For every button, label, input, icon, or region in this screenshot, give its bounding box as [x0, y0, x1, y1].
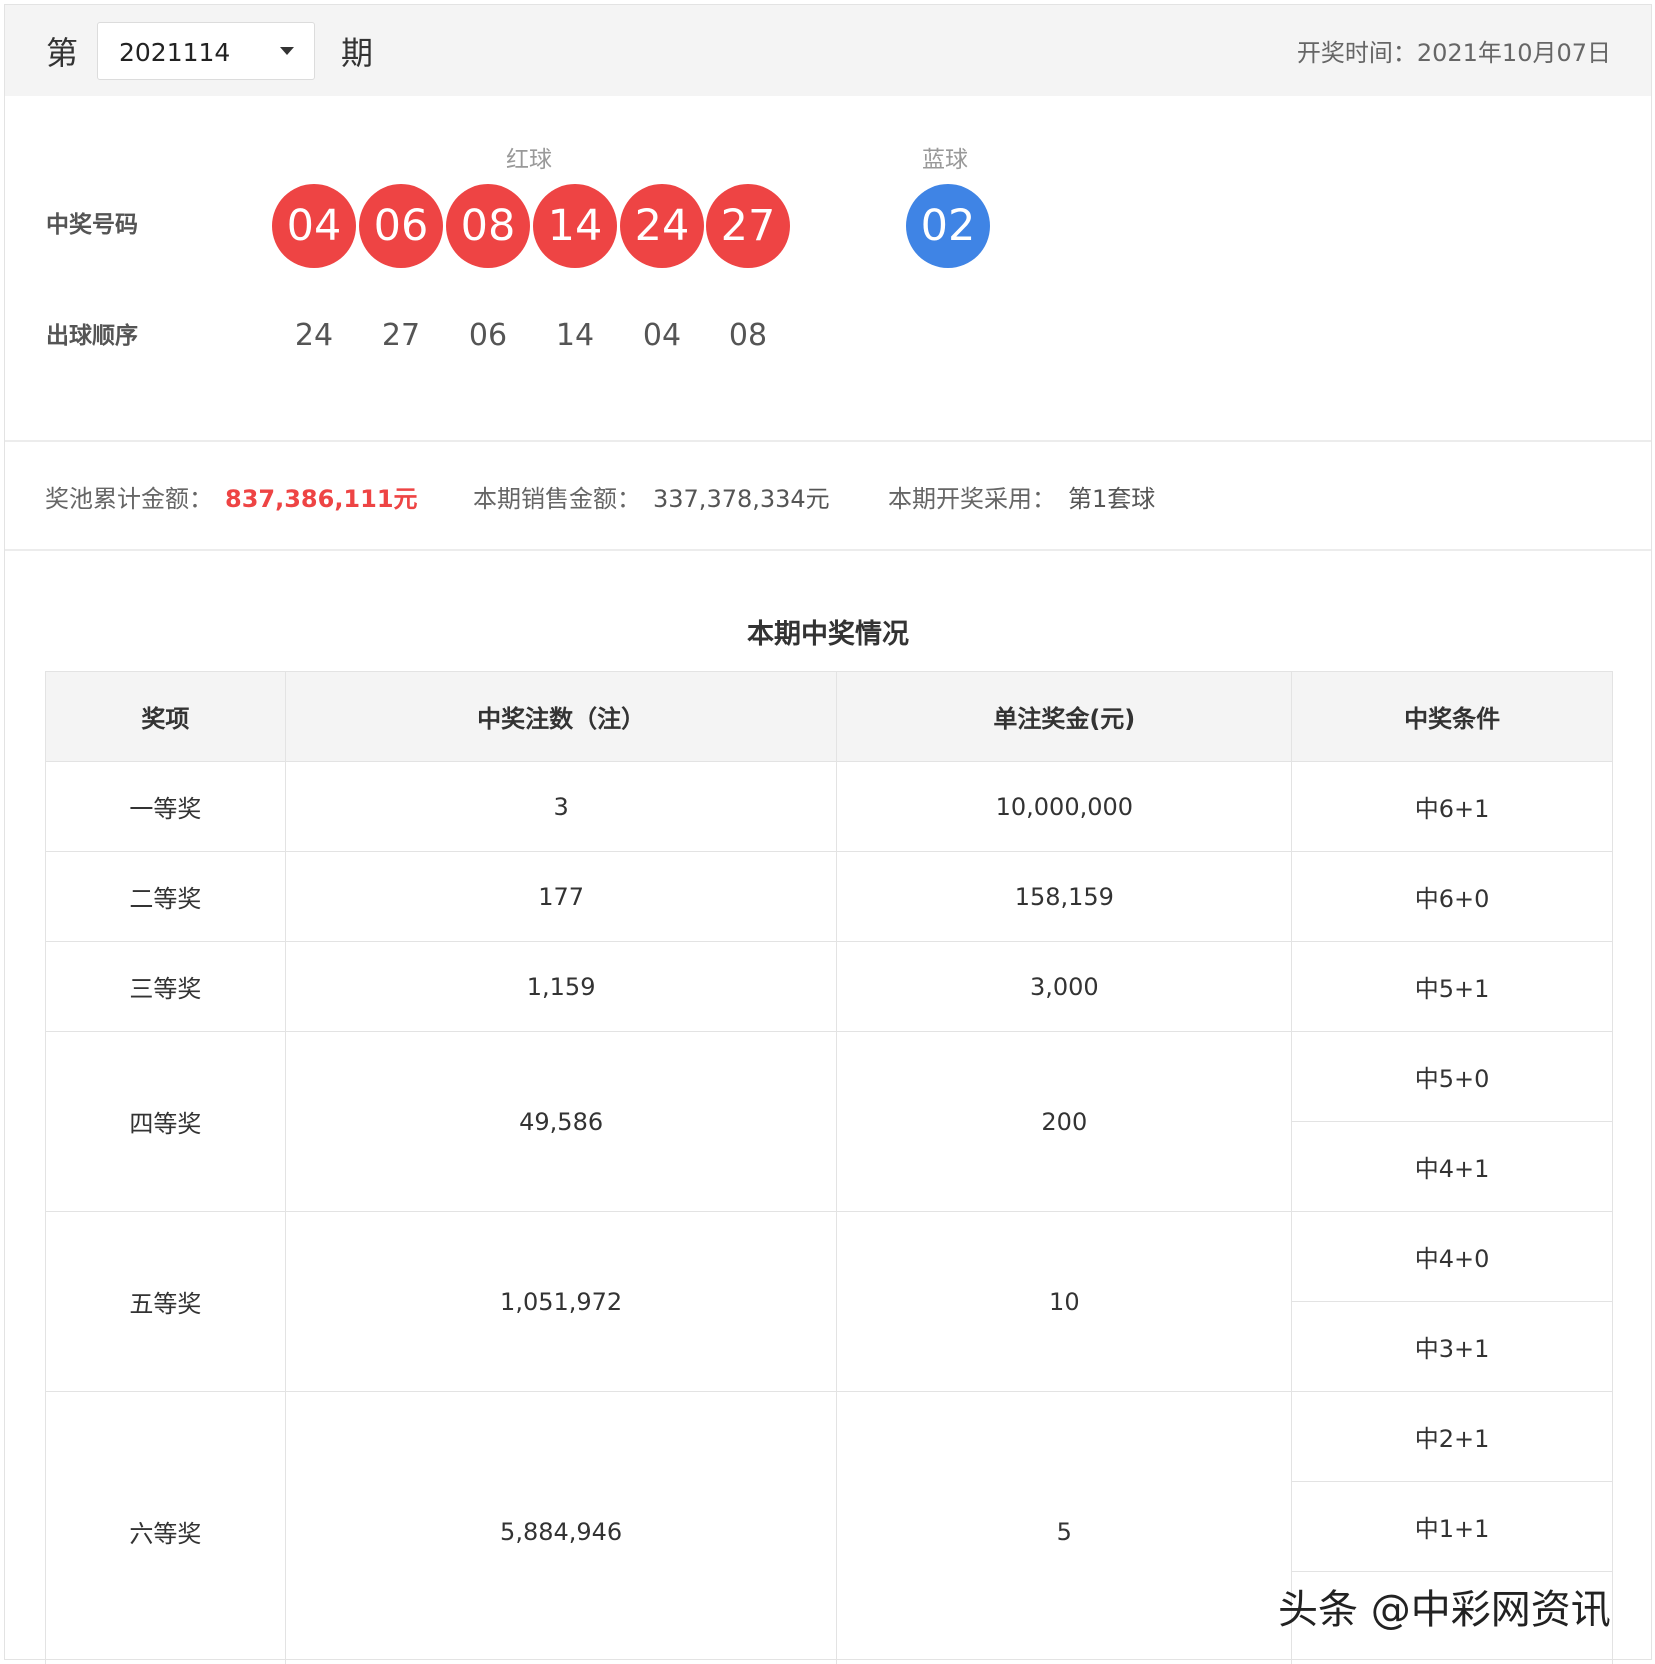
- ball-set-value: 第1套球: [1068, 485, 1156, 513]
- draw-order-number: 04: [642, 318, 682, 353]
- draw-order-number: 24: [294, 318, 334, 353]
- blue-ball: 02: [906, 184, 990, 268]
- winner-count: 3: [284, 761, 838, 852]
- draw-time: 开奖时间：2021年10月07日: [1296, 39, 1611, 67]
- red-ball: 08: [446, 184, 530, 268]
- issue-prefix: 第: [46, 34, 79, 72]
- caret-down-icon: [280, 47, 294, 55]
- prize-amount: 10: [836, 1211, 1293, 1392]
- prize-name: 一等奖: [45, 761, 286, 852]
- blue-ball-label: 蓝球: [922, 147, 968, 173]
- issue-select-value: 2021114: [119, 38, 231, 67]
- sales-info: 本期销售金额： 337,378,334元: [473, 484, 830, 514]
- prize-amount: 158,159: [836, 851, 1293, 942]
- winner-count: 177: [284, 851, 838, 942]
- winner-count: 1,051,972: [284, 1211, 838, 1392]
- table-header-row: 奖项 中奖注数（注） 单注奖金(元) 中奖条件: [45, 671, 1613, 762]
- draw-order-label: 出球顺序: [46, 323, 138, 349]
- red-ball: 27: [706, 184, 790, 268]
- column-header: 中奖条件: [1291, 671, 1613, 762]
- prize-table: 奖项 中奖注数（注） 单注奖金(元) 中奖条件 一等奖 3 10,000,000…: [45, 671, 1613, 1664]
- winner-count: 5,884,946: [284, 1391, 838, 1664]
- prize-amount: 200: [836, 1031, 1293, 1212]
- ball-set-info: 本期开奖采用： 第1套球: [888, 484, 1155, 514]
- prize-name: 五等奖: [45, 1211, 286, 1392]
- draw-order-number: 14: [555, 318, 595, 353]
- win-condition: 中4+0: [1291, 1211, 1613, 1302]
- prize-name: 三等奖: [45, 941, 286, 1032]
- win-condition: 中6+0: [1291, 851, 1613, 942]
- prize-name: 四等奖: [45, 1031, 286, 1212]
- win-condition: 中4+1: [1291, 1121, 1613, 1212]
- prize-amount: 10,000,000: [836, 761, 1293, 852]
- table-row: 三等奖 1,159 3,000 中5+1: [45, 941, 1613, 1032]
- win-condition: 中5+0: [1291, 1031, 1613, 1122]
- win-condition: 中1+1: [1291, 1481, 1613, 1572]
- red-ball: 04: [272, 184, 356, 268]
- prize-table-title: 本期中奖情况: [747, 619, 909, 650]
- draw-order-number: 06: [468, 318, 508, 353]
- lottery-result-panel: 第 2021114 期 开奖时间：2021年10月07日 红球 蓝球 中奖号码 …: [4, 4, 1652, 1664]
- win-condition: 中2+1: [1291, 1391, 1613, 1482]
- prize-name: 六等奖: [45, 1391, 286, 1664]
- prize-amount: 5: [836, 1391, 1293, 1664]
- winner-count: 1,159: [284, 941, 838, 1032]
- table-row: 二等奖 177 158,159 中6+0: [45, 851, 1613, 942]
- column-header: 单注奖金(元): [836, 671, 1293, 762]
- table-row: 一等奖 3 10,000,000 中6+1: [45, 761, 1613, 852]
- issue-select[interactable]: 2021114: [97, 22, 315, 80]
- sales-label: 本期销售金额：: [473, 485, 641, 513]
- table-row: 四等奖 49,586 200 中5+0: [45, 1031, 1613, 1212]
- ball-set-label: 本期开奖采用：: [888, 485, 1056, 513]
- red-ball: 24: [620, 184, 704, 268]
- divider: [5, 549, 1651, 551]
- winning-numbers-label: 中奖号码: [46, 212, 138, 238]
- sales-value: 337,378,334元: [653, 485, 830, 513]
- pool-value: 837,386,111元: [225, 485, 418, 513]
- column-header: 奖项: [45, 671, 286, 762]
- divider: [5, 440, 1651, 442]
- watermark: 头条 @中彩网资讯: [1278, 1587, 1611, 1633]
- pool-info: 奖池累计金额： 837,386,111元: [45, 484, 418, 514]
- win-condition: 中3+1: [1291, 1301, 1613, 1392]
- prize-amount: 3,000: [836, 941, 1293, 1032]
- win-condition: 中5+1: [1291, 941, 1613, 1032]
- issue-suffix: 期: [341, 34, 374, 72]
- red-ball: 06: [359, 184, 443, 268]
- red-ball-label: 红球: [506, 147, 552, 173]
- red-ball: 14: [533, 184, 617, 268]
- column-header: 中奖注数（注）: [284, 671, 838, 762]
- winner-count: 49,586: [284, 1031, 838, 1212]
- win-condition: 中6+1: [1291, 761, 1613, 852]
- table-row: 六等奖 5,884,946 5 中2+1: [45, 1391, 1613, 1664]
- pool-label: 奖池累计金额：: [45, 485, 213, 513]
- table-row: 五等奖 1,051,972 10 中4+0: [45, 1211, 1613, 1392]
- draw-order-number: 27: [381, 318, 421, 353]
- draw-order-number: 08: [728, 318, 768, 353]
- issue-header: 第 2021114 期 开奖时间：2021年10月07日: [5, 5, 1651, 96]
- prize-name: 二等奖: [45, 851, 286, 942]
